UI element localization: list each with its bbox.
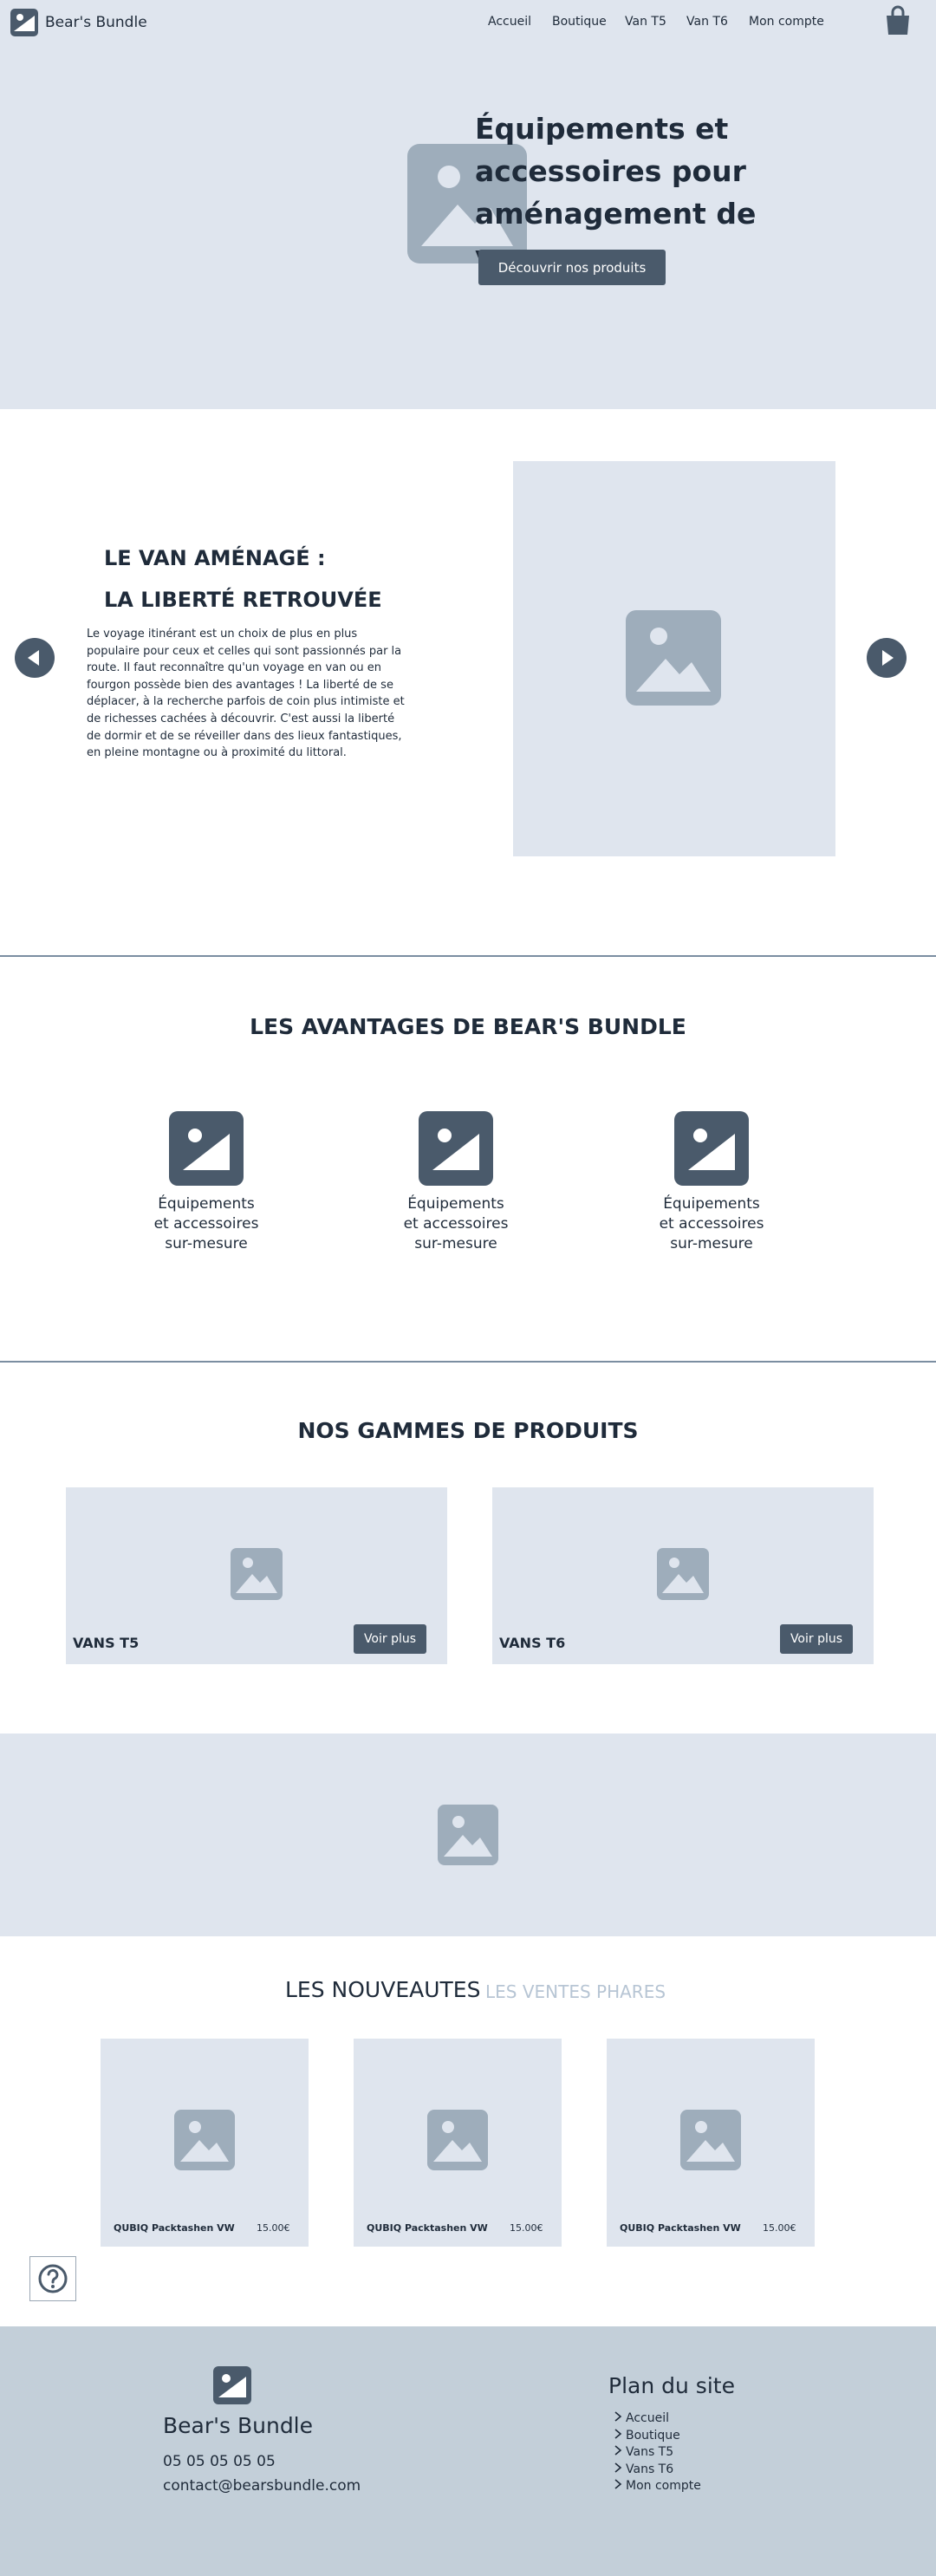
shopping-bag-icon[interactable] (884, 5, 912, 36)
chevron-right-icon (614, 2411, 626, 2425)
image-placeholder-icon (657, 1548, 709, 1600)
footer-link-boutique[interactable]: Boutique (614, 2429, 680, 2443)
product-price: 15.00€ (763, 2222, 796, 2234)
section-divider (0, 1361, 936, 1363)
site-footer: Bear's Bundle 05 05 05 05 05 contact@bea… (0, 2326, 936, 2576)
product-price: 15.00€ (257, 2222, 290, 2234)
product-name: QUBIQ Packtashen VW (620, 2222, 741, 2234)
image-placeholder-icon (174, 2110, 235, 2170)
footer-link-accueil[interactable]: Accueil (614, 2411, 669, 2425)
range-label: VANS T5 (73, 1635, 140, 1651)
brand-name[interactable]: Bear's Bundle (45, 14, 147, 31)
advantage-item: Équipements et accessoires sur-mesure (128, 1111, 284, 1254)
footer-link-vans-t5[interactable]: Vans T5 (614, 2445, 673, 2459)
range-label: VANS T6 (499, 1635, 566, 1651)
advantages-title: LES AVANTAGES DE BEAR'S BUNDLE (250, 1014, 686, 1039)
range-card-t5[interactable]: VANS T5 Voir plus (66, 1487, 447, 1664)
hero-section: Équipements et accessoires pour aménagem… (0, 0, 936, 409)
help-icon[interactable] (29, 2256, 76, 2301)
arrow-left-icon[interactable] (15, 638, 55, 678)
image-placeholder-icon (680, 2110, 741, 2170)
footer-phone: 05 05 05 05 05 (163, 2453, 276, 2470)
chevron-right-icon (614, 2462, 626, 2476)
tab-ventes-phares[interactable]: LES VENTES PHARES (485, 1981, 666, 2002)
image-icon (419, 1111, 493, 1186)
discover-products-button[interactable]: Découvrir nos produits (478, 250, 666, 285)
slide-text: Le voyage itinérant est un choix de plus… (87, 628, 405, 760)
nav-van-t5[interactable]: Van T5 (625, 15, 666, 29)
advantage-label: Équipements et accessoires sur-mesure (153, 1195, 259, 1252)
product-name: QUBIQ Packtashen VW (114, 2222, 235, 2234)
see-more-button[interactable]: Voir plus (354, 1624, 426, 1654)
product-name: QUBIQ Packtashen VW (367, 2222, 488, 2234)
slide-image (513, 461, 835, 856)
chevron-right-icon (614, 2445, 626, 2459)
nav-boutique[interactable]: Boutique (552, 15, 607, 29)
image-placeholder-icon (231, 1548, 283, 1600)
slide-title-line2: LA LIBERTÉ RETROUVÉE (104, 588, 382, 612)
product-card[interactable]: QUBIQ Packtashen VW 15.00€ (354, 2039, 562, 2247)
slide-title-line1: LE VAN AMÉNAGÉ : (104, 546, 326, 570)
product-card[interactable]: QUBIQ Packtashen VW 15.00€ (607, 2039, 815, 2247)
footer-brand: Bear's Bundle (163, 2413, 314, 2438)
advantage-label: Équipements et accessoires sur-mesure (659, 1195, 764, 1252)
footer-link-mon-compte[interactable]: Mon compte (614, 2479, 701, 2493)
footer-link-vans-t6[interactable]: Vans T6 (614, 2462, 673, 2476)
slide-title: LE VAN AMÉNAGÉ : LA LIBERTÉ RETROUVÉE (104, 537, 382, 621)
chevron-right-icon (614, 2429, 626, 2443)
section-divider (0, 955, 936, 957)
footer-email-link[interactable]: contact@bearsbundle.com (163, 2477, 361, 2495)
chevron-right-icon (614, 2479, 626, 2493)
advantage-item: Équipements et accessoires sur-mesure (634, 1111, 790, 1254)
sitemap-title: Plan du site (608, 2373, 735, 2398)
arrow-right-icon[interactable] (867, 638, 907, 678)
image-placeholder-icon (626, 610, 721, 706)
advantage-label: Équipements et accessoires sur-mesure (403, 1195, 509, 1252)
nav-van-t6[interactable]: Van T6 (686, 15, 728, 29)
ranges-title: NOS GAMMES DE PRODUITS (297, 1418, 639, 1443)
see-more-button[interactable]: Voir plus (780, 1624, 853, 1654)
logo-icon (213, 2366, 251, 2404)
nav-mon-compte[interactable]: Mon compte (749, 15, 824, 29)
product-price: 15.00€ (510, 2222, 543, 2234)
logo-icon[interactable] (10, 9, 38, 36)
image-icon (169, 1111, 244, 1186)
banner-section (0, 1734, 936, 1936)
image-placeholder-icon (438, 1805, 498, 1865)
advantage-item: Équipements et accessoires sur-mesure (378, 1111, 534, 1254)
image-icon (674, 1111, 749, 1186)
product-card[interactable]: QUBIQ Packtashen VW 15.00€ (101, 2039, 309, 2247)
tab-nouveautes[interactable]: LES NOUVEAUTES (285, 1977, 480, 2002)
nav-accueil[interactable]: Accueil (488, 15, 531, 29)
range-card-t6[interactable]: VANS T6 Voir plus (492, 1487, 874, 1664)
image-placeholder-icon (427, 2110, 488, 2170)
